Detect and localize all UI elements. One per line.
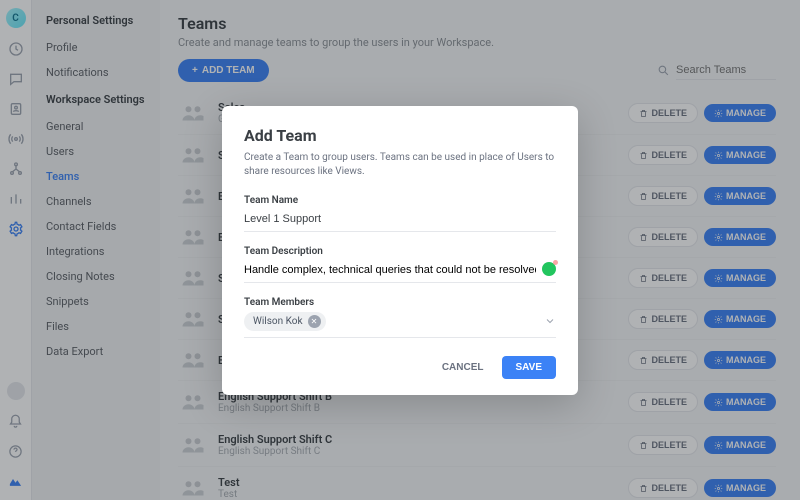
modal-actions: CANCEL SAVE [244,356,556,379]
modal-overlay[interactable]: Add Team Create a Team to group users. T… [0,0,800,500]
modal-subtitle: Create a Team to group users. Teams can … [244,151,556,179]
grammarly-icon[interactable] [542,262,556,276]
cancel-button[interactable]: CANCEL [434,356,492,379]
add-team-modal: Add Team Create a Team to group users. T… [222,106,578,395]
team-name-input[interactable] [244,210,556,232]
team-name-label: Team Name [244,195,556,206]
team-members-label: Team Members [244,297,556,308]
save-button[interactable]: SAVE [502,356,557,379]
team-members-select[interactable]: Wilson Kok ✕ [244,312,556,338]
chevron-down-icon[interactable] [544,315,556,327]
remove-member-icon[interactable]: ✕ [308,315,321,328]
modal-title: Add Team [244,126,556,145]
team-desc-label: Team Description [244,246,556,257]
team-desc-input[interactable] [244,261,536,282]
member-chip-label: Wilson Kok [253,316,303,327]
member-chip: Wilson Kok ✕ [244,312,326,331]
